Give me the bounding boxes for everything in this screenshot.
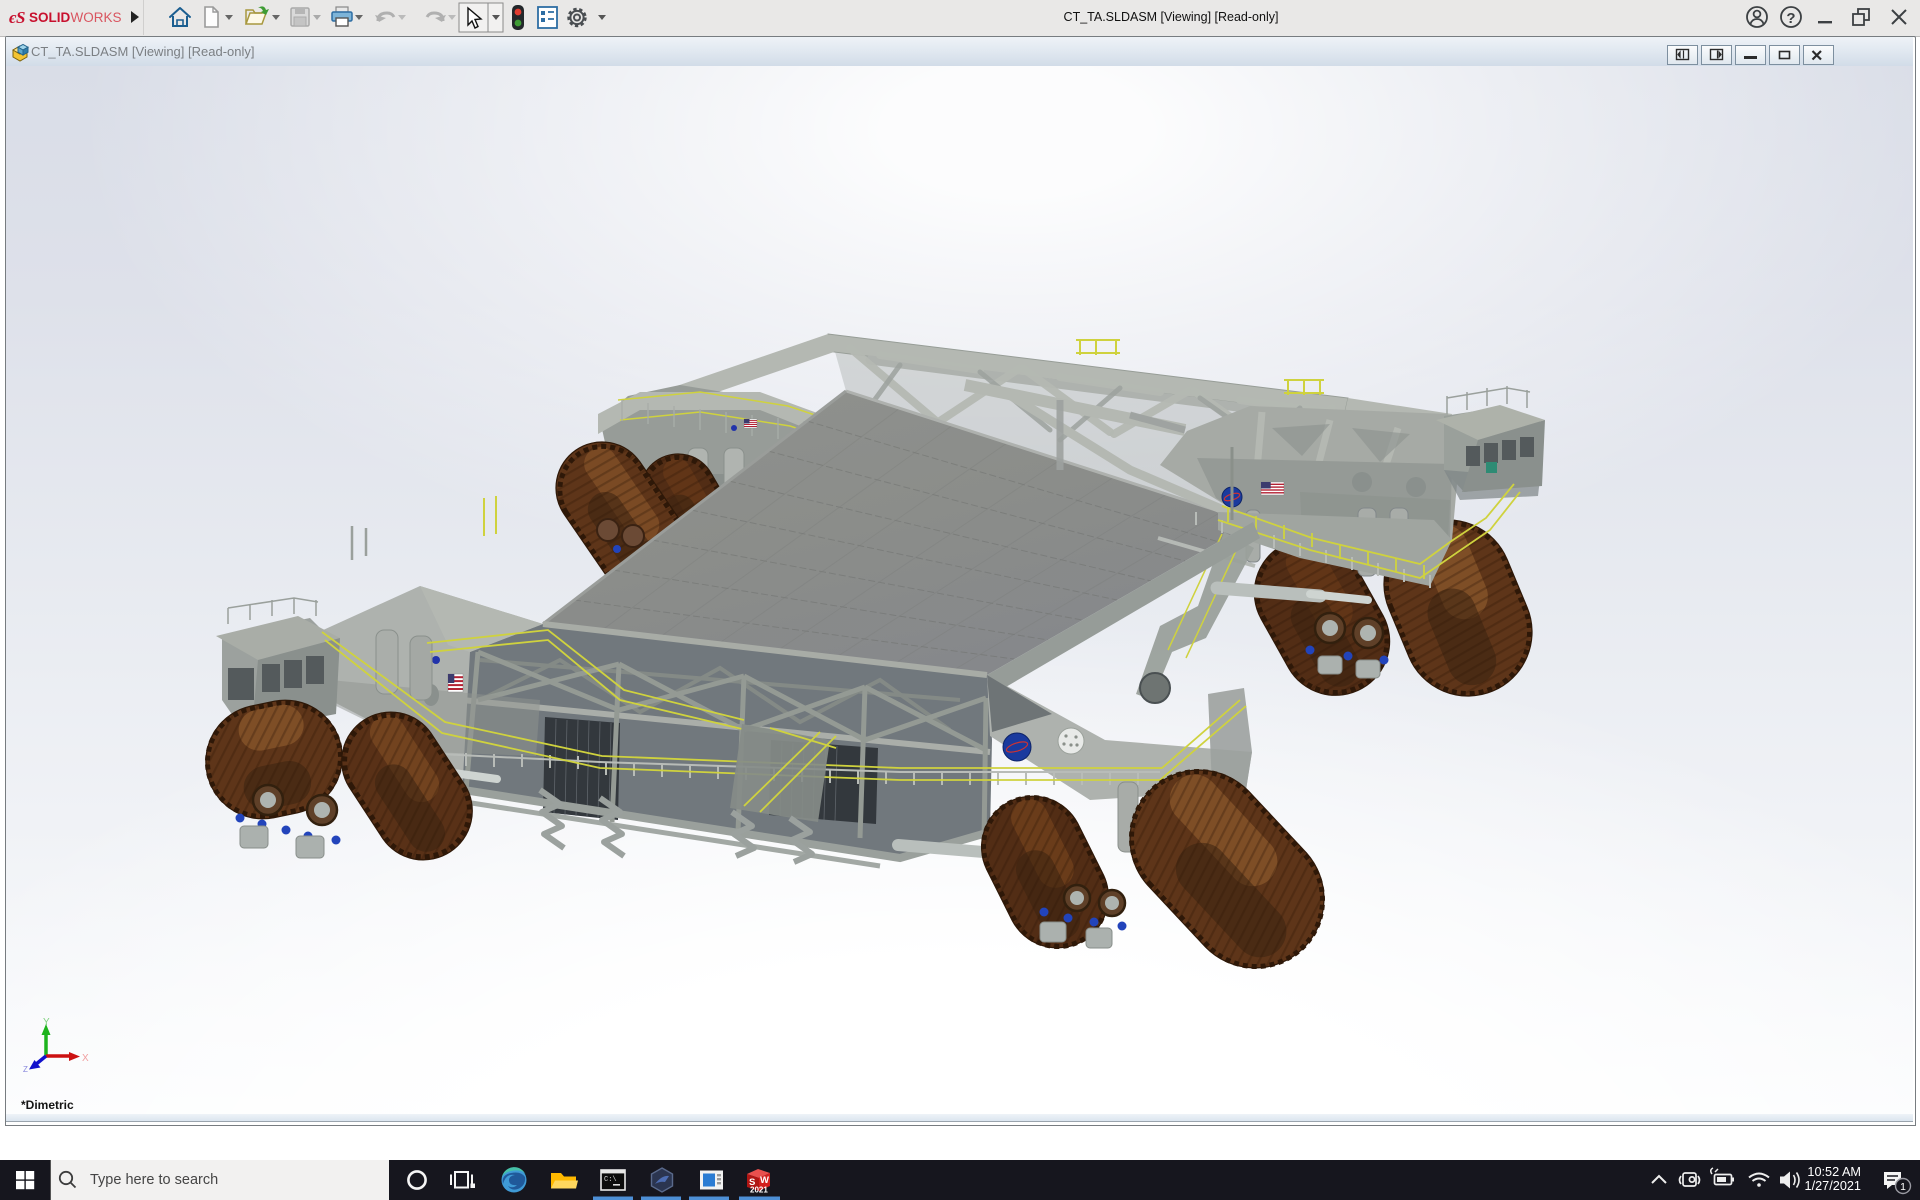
svg-text:2021: 2021: [750, 1186, 768, 1195]
svg-text:X: X: [82, 1053, 89, 1064]
svg-text:Z: Z: [23, 1065, 28, 1074]
svg-text:1: 1: [1900, 1181, 1906, 1193]
svg-text:C:\: C:\: [604, 1176, 617, 1184]
svg-text:W: W: [760, 1175, 769, 1186]
